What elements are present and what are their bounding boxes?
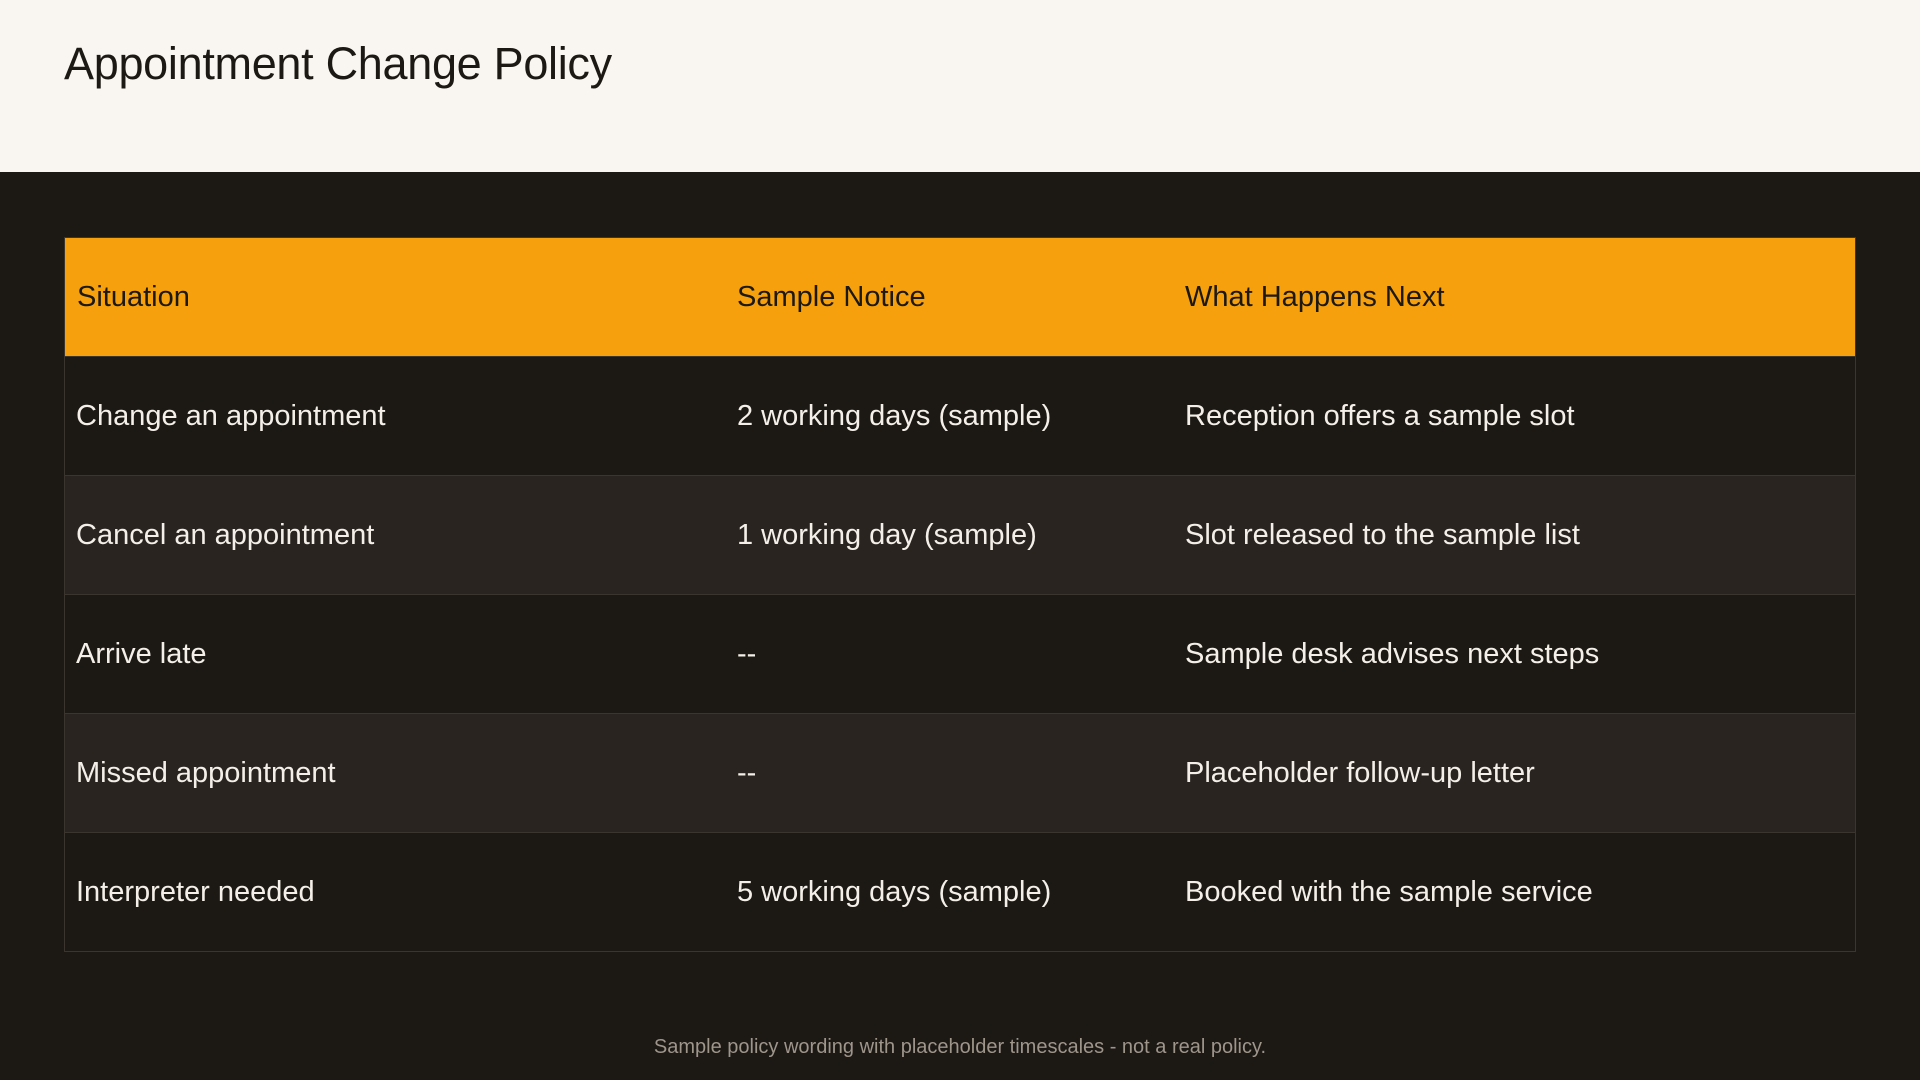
table-row: Interpreter needed 5 working days (sampl… (65, 832, 1855, 951)
situation-cell: Missed appointment (65, 713, 737, 833)
table-row: Change an appointment 2 working days (sa… (65, 356, 1855, 476)
column-header-sample-notice: Sample Notice (737, 238, 1185, 357)
next-step-cell: Booked with the sample service (1185, 832, 1855, 951)
situation-cell: Change an appointment (65, 356, 737, 476)
situation-cell: Cancel an appointment (65, 475, 737, 595)
footnote: Sample policy wording with placeholder t… (653, 1036, 1267, 1058)
notice-cell: 1 working day (sample) (737, 475, 1185, 595)
table-row: Missed appointment -- Placeholder follow… (65, 713, 1855, 833)
next-step-cell: Sample desk advises next steps (1185, 594, 1855, 714)
next-step-cell: Placeholder follow-up letter (1185, 713, 1855, 833)
column-header-what-happens-next: What Happens Next (1185, 238, 1855, 357)
table-header-row: Situation Sample Notice What Happens Nex… (65, 238, 1855, 357)
header-band: Appointment Change Policy (0, 0, 1920, 172)
situation-cell: Arrive late (65, 594, 737, 714)
situation-cell: Interpreter needed (65, 832, 737, 951)
notice-cell: -- (737, 594, 1185, 714)
next-step-cell: Slot released to the sample list (1185, 475, 1855, 595)
notice-cell: -- (737, 713, 1185, 833)
notice-cell: 2 working days (sample) (737, 356, 1185, 476)
table-row: Arrive late -- Sample desk advises next … (65, 594, 1855, 714)
table-row: Cancel an appointment 1 working day (sam… (65, 475, 1855, 595)
notice-cell: 5 working days (sample) (737, 832, 1185, 951)
page-title: Appointment Change Policy (64, 38, 612, 89)
policy-table: Situation Sample Notice What Happens Nex… (64, 237, 1856, 952)
column-header-situation: Situation (65, 238, 737, 357)
next-step-cell: Reception offers a sample slot (1185, 356, 1855, 476)
